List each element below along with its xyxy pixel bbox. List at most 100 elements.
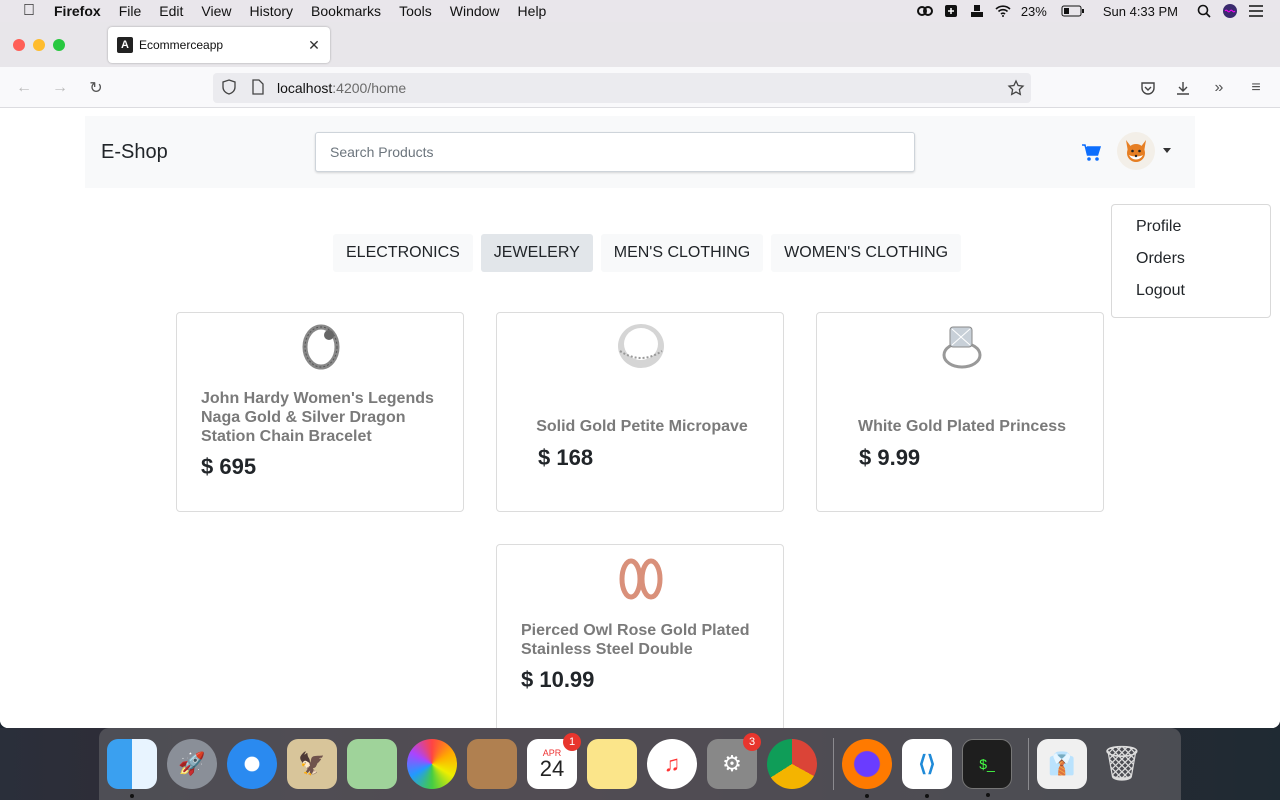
mail-stamp-icon[interactable]: 🦅 bbox=[287, 739, 337, 789]
brand-logo[interactable]: E-Shop bbox=[101, 141, 168, 164]
nav-toolbar: ← → ↻ localhost:4200/home » ≡ bbox=[0, 67, 1280, 108]
clock[interactable]: Sun 4:33 PM bbox=[1103, 4, 1178, 19]
downloads-stack-icon[interactable]: 👔 bbox=[1037, 739, 1087, 789]
category-mens-clothing-button[interactable]: MEN'S CLOTHING bbox=[600, 234, 764, 272]
safari-icon[interactable] bbox=[227, 739, 277, 789]
product-title[interactable]: White Gold Plated Princess bbox=[841, 417, 1083, 436]
calendar-icon[interactable]: APR 24 1 bbox=[527, 733, 581, 789]
calendar-day: 24 bbox=[539, 755, 565, 781]
menu-item-profile[interactable]: Profile bbox=[1112, 211, 1270, 243]
close-window-button[interactable] bbox=[13, 39, 25, 51]
bookmark-star-icon[interactable] bbox=[1007, 79, 1025, 100]
forward-arrow-icon[interactable]: → bbox=[48, 76, 72, 100]
status-app-icon[interactable] bbox=[969, 4, 985, 18]
product-title[interactable]: Pierced Owl Rose Gold Plated Stainless S… bbox=[521, 621, 763, 659]
web-page: E-Shop Profile Orders Logout ELECTRONICS… bbox=[0, 108, 1280, 728]
minimize-window-button[interactable] bbox=[33, 39, 45, 51]
finder-icon[interactable] bbox=[107, 739, 157, 798]
running-indicator bbox=[925, 794, 929, 798]
battery-percent: 23% bbox=[1020, 3, 1047, 19]
maps-icon[interactable] bbox=[347, 739, 397, 789]
product-image-rose-gold-earrings[interactable] bbox=[616, 553, 666, 603]
page-icon[interactable] bbox=[251, 78, 265, 98]
category-filter: ELECTRONICS JEWELERY MEN'S CLOTHING WOME… bbox=[333, 234, 962, 272]
spotlight-search-icon[interactable] bbox=[1196, 4, 1212, 18]
trash-icon[interactable]: 🗑 bbox=[1097, 739, 1147, 789]
dock-separator bbox=[833, 738, 834, 790]
system-preferences-icon[interactable]: ⚙ 3 bbox=[707, 733, 761, 789]
window-controls bbox=[13, 39, 65, 51]
category-jewelery-button[interactable]: JEWELERY bbox=[480, 234, 593, 272]
menu-item-logout[interactable]: Logout bbox=[1112, 275, 1270, 307]
contacts-icon[interactable] bbox=[467, 739, 517, 789]
calendar-badge: 1 bbox=[563, 733, 581, 751]
menu-edit[interactable]: Edit bbox=[159, 3, 183, 19]
grid-app-icon[interactable] bbox=[943, 4, 959, 18]
menu-file[interactable]: File bbox=[119, 3, 142, 19]
product-title[interactable]: Solid Gold Petite Micropave bbox=[521, 417, 763, 436]
menu-tools[interactable]: Tools bbox=[399, 3, 432, 19]
control-center-icon[interactable] bbox=[1248, 4, 1264, 18]
angular-icon: A bbox=[117, 37, 133, 53]
menu-view[interactable]: View bbox=[201, 3, 231, 19]
url-path: :4200/home bbox=[332, 80, 407, 96]
menu-app-name[interactable]: Firefox bbox=[54, 3, 101, 19]
vscode-icon[interactable]: ⟨⟩ bbox=[902, 739, 952, 798]
menu-bookmarks[interactable]: Bookmarks bbox=[311, 3, 381, 19]
cart-icon[interactable] bbox=[1082, 144, 1102, 162]
product-image-bracelet[interactable] bbox=[296, 321, 346, 371]
url-bar[interactable]: localhost:4200/home bbox=[213, 73, 1031, 103]
firefox-window: A Ecommerceapp ✕ ← → ↻ localhost:4200/ho… bbox=[0, 22, 1280, 728]
launchpad-icon[interactable]: 🚀 bbox=[167, 739, 217, 789]
product-price: $ 168 bbox=[538, 445, 594, 470]
back-arrow-icon[interactable]: ← bbox=[12, 76, 36, 100]
browser-tab[interactable]: A Ecommerceapp ✕ bbox=[108, 27, 330, 63]
overflow-chevrons-icon[interactable]: » bbox=[1207, 76, 1231, 100]
category-womens-clothing-button[interactable]: WOMEN'S CLOTHING bbox=[771, 234, 962, 272]
siri-icon[interactable] bbox=[1222, 4, 1238, 18]
menu-window[interactable]: Window bbox=[450, 3, 500, 19]
pocket-icon[interactable] bbox=[1136, 76, 1160, 100]
dock: 🚀 🦅 APR 24 1 ♫ ⚙ 3 ⟨⟩ $_ 👔 🗑 bbox=[99, 728, 1181, 800]
reload-icon[interactable]: ↻ bbox=[84, 76, 108, 100]
product-card[interactable]: John Hardy Women's Legends Naga Gold & S… bbox=[176, 312, 464, 512]
product-card[interactable]: Solid Gold Petite Micropave $ 168 bbox=[496, 312, 784, 512]
creative-cloud-icon[interactable] bbox=[916, 4, 933, 18]
notes-icon[interactable] bbox=[587, 739, 637, 789]
music-icon[interactable]: ♫ bbox=[647, 739, 697, 789]
product-price: $ 695 bbox=[201, 454, 257, 479]
menu-help[interactable]: Help bbox=[518, 3, 547, 19]
terminal-icon[interactable]: $_ bbox=[962, 739, 1012, 797]
menu-item-orders[interactable]: Orders bbox=[1112, 243, 1270, 275]
zoom-window-button[interactable] bbox=[53, 39, 65, 51]
user-dropdown-menu: Profile Orders Logout bbox=[1111, 204, 1271, 318]
shield-icon[interactable] bbox=[221, 78, 237, 98]
product-card[interactable]: White Gold Plated Princess $ 9.99 bbox=[816, 312, 1104, 512]
downloads-icon[interactable] bbox=[1171, 76, 1195, 100]
running-indicator bbox=[986, 793, 990, 797]
menu-history[interactable]: History bbox=[249, 3, 293, 19]
product-title[interactable]: John Hardy Women's Legends Naga Gold & S… bbox=[201, 389, 443, 446]
search-input[interactable] bbox=[315, 132, 915, 172]
tab-strip: A Ecommerceapp ✕ bbox=[0, 22, 1280, 67]
product-card[interactable]: Pierced Owl Rose Gold Plated Stainless S… bbox=[496, 544, 784, 728]
product-price: $ 10.99 bbox=[521, 667, 595, 692]
firefox-icon[interactable] bbox=[842, 739, 892, 798]
product-image-princess-ring[interactable] bbox=[936, 321, 986, 371]
battery-icon[interactable] bbox=[1061, 4, 1085, 18]
close-tab-icon[interactable]: ✕ bbox=[304, 37, 324, 54]
url-host: localhost bbox=[277, 80, 333, 96]
product-price: $ 9.99 bbox=[859, 445, 921, 470]
running-indicator bbox=[865, 794, 869, 798]
apple-icon[interactable]:  bbox=[18, 2, 40, 20]
hamburger-menu-icon[interactable]: ≡ bbox=[1244, 76, 1268, 100]
running-indicator bbox=[130, 794, 134, 798]
caret-down-icon[interactable] bbox=[1163, 148, 1171, 153]
user-avatar[interactable] bbox=[1117, 132, 1155, 170]
dock-separator bbox=[1028, 738, 1029, 790]
chrome-icon[interactable] bbox=[767, 739, 817, 789]
category-electronics-button[interactable]: ELECTRONICS bbox=[333, 234, 473, 272]
photos-icon[interactable] bbox=[407, 739, 457, 789]
product-image-ring[interactable] bbox=[616, 321, 666, 371]
wifi-icon[interactable] bbox=[995, 4, 1011, 18]
